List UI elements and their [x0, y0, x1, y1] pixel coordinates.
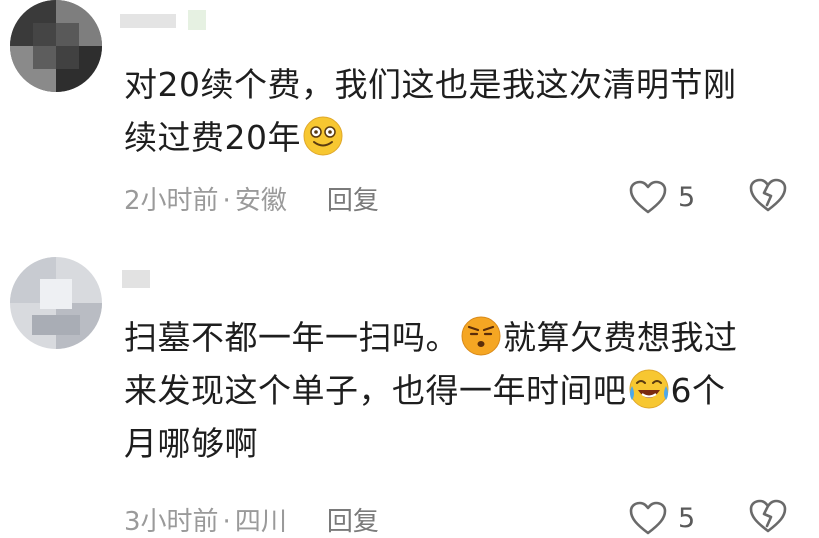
- separator-dot: ·: [222, 507, 231, 537]
- broken-heart-icon: [748, 177, 788, 213]
- location: 安徽: [234, 186, 287, 216]
- like-count: 5: [678, 181, 696, 213]
- heart-icon: [628, 500, 668, 536]
- comment-text-line: 对20续个费，我们这也是我这次清明节刚: [124, 65, 737, 104]
- frowning-face-emoji: [460, 315, 502, 357]
- comment-text-segment: 来发现这个单子，也得一年时间吧: [124, 371, 627, 410]
- location: 四川: [234, 507, 287, 537]
- comment-text-line: 扫墓不都一年一扫吗。 就算欠费想我过: [124, 311, 804, 364]
- comment-text-segment: 就算欠费想我过: [503, 318, 738, 357]
- heart-icon: [628, 179, 668, 215]
- comment-item: 对20续个费，我们这也是我这次清明节刚 续过费20年 2小时前 · 安徽 回复 5: [0, 0, 819, 245]
- like-button[interactable]: 5: [628, 177, 695, 217]
- avatar[interactable]: [10, 257, 102, 349]
- avatar[interactable]: [10, 0, 102, 92]
- timestamp: 3小时前: [124, 507, 219, 537]
- comment-text: 对20续个费，我们这也是我这次清明节刚 续过费20年: [124, 58, 804, 164]
- separator-dot: ·: [222, 186, 231, 216]
- like-count: 5: [678, 502, 696, 534]
- like-button[interactable]: 5: [628, 498, 695, 538]
- comment-text: 扫墓不都一年一扫吗。 就算欠费想我过 来发现这个单子，也得一年时间吧 6个 月哪…: [124, 311, 804, 470]
- comment-item: 扫墓不都一年一扫吗。 就算欠费想我过 来发现这个单子，也得一年时间吧 6个 月哪…: [0, 245, 819, 538]
- dislike-button[interactable]: [748, 177, 788, 217]
- comment-text-line: 续过费20年: [124, 111, 804, 164]
- comment-text-segment: 扫墓不都一年一扫吗。: [124, 318, 459, 357]
- reply-button[interactable]: 回复: [327, 186, 379, 216]
- username-blurred[interactable]: [120, 8, 210, 32]
- comment-meta: 3小时前 · 四川 回复: [124, 501, 379, 538]
- timestamp: 2小时前: [124, 186, 219, 216]
- smiling-face-emoji: [302, 115, 344, 157]
- comment-text-segment: 续过费20年: [124, 118, 301, 157]
- dislike-button[interactable]: [748, 498, 788, 538]
- reply-button[interactable]: 回复: [327, 507, 379, 537]
- broken-heart-icon: [748, 498, 788, 534]
- comment-meta: 2小时前 · 安徽 回复: [124, 180, 379, 217]
- comment-text-line: 来发现这个单子，也得一年时间吧 6个: [124, 364, 804, 417]
- comment-text-segment: 6个: [670, 371, 726, 410]
- crying-laughing-face-emoji: [628, 368, 670, 410]
- username-blurred[interactable]: [120, 266, 160, 290]
- comment-text-line: 月哪够啊: [124, 424, 258, 463]
